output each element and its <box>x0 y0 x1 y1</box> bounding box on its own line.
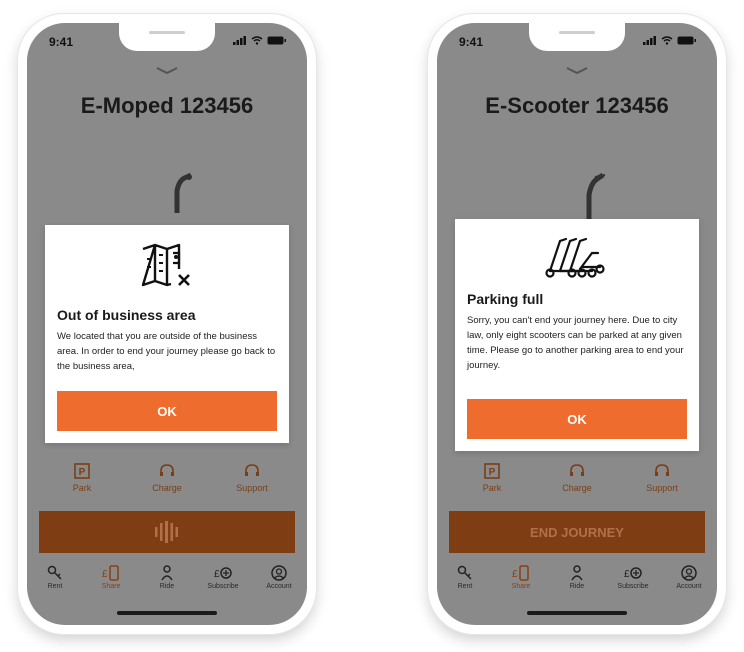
tab-account[interactable]: Account <box>253 565 305 605</box>
battery-icon <box>677 36 696 45</box>
account-icon <box>271 565 287 581</box>
charge-button[interactable]: Charge <box>542 463 612 503</box>
moped-image <box>174 173 193 213</box>
tab-label: Subscribe <box>617 583 649 590</box>
headset-icon <box>245 464 259 476</box>
action-row: P Park Charge Support <box>47 463 287 503</box>
rider-icon <box>161 565 173 581</box>
support-button[interactable]: Support <box>217 463 287 503</box>
parking-icon: P <box>484 463 500 479</box>
charge-label: Charge <box>152 483 182 493</box>
svg-text:£: £ <box>512 569 518 580</box>
park-button[interactable]: P Park <box>457 463 527 503</box>
rider-icon <box>571 565 583 581</box>
key-icon <box>457 565 472 580</box>
tab-bar: Rent £ Share Ride £ Subscribe Account <box>27 565 307 605</box>
status-time: 9:41 <box>49 35 74 49</box>
support-button[interactable]: Support <box>627 463 697 503</box>
action-row: P Park Charge Support <box>457 463 697 503</box>
tab-rent[interactable]: Rent <box>29 565 81 605</box>
vehicle-title: E-Scooter 123456 <box>485 93 669 118</box>
support-label: Support <box>236 483 268 493</box>
tab-label: Ride <box>569 583 585 590</box>
tab-ride[interactable]: Ride <box>551 565 603 605</box>
park-label: Park <box>72 483 92 493</box>
charge-button[interactable]: Charge <box>132 463 202 503</box>
subscribe-icon: £ <box>214 567 232 580</box>
svg-text:£: £ <box>624 569 630 580</box>
status-icons <box>643 36 697 45</box>
chevron-down-icon[interactable] <box>156 67 178 75</box>
tab-label: Subscribe <box>207 583 239 590</box>
vehicle-title: E-Moped 123456 <box>80 93 254 118</box>
screen: 9:41 E-Moped 123456 P Park Charge Suppor… <box>27 23 307 625</box>
tab-subscribe[interactable]: £ Subscribe <box>607 565 659 605</box>
signal-icon <box>233 36 246 45</box>
svg-text:P: P <box>489 467 496 478</box>
map-out-of-area-icon <box>141 243 190 287</box>
wifi-icon <box>251 36 263 45</box>
chevron-down-icon[interactable] <box>566 67 588 75</box>
end-journey-button[interactable]: END JOURNEY <box>449 511 705 553</box>
subscribe-icon: £ <box>624 567 642 580</box>
svg-text:P: P <box>79 467 86 478</box>
tab-label: Rent <box>457 583 473 590</box>
status-time: 9:41 <box>459 35 484 49</box>
home-indicator <box>527 611 627 615</box>
tab-label: Share <box>101 583 121 590</box>
phone-mockup-scooter: 9:41 E-Scooter 123456 P Park Charge Supp… <box>428 14 726 634</box>
tab-share[interactable]: £ Share <box>85 565 137 605</box>
share-phone-icon: £ <box>512 565 529 581</box>
notch <box>529 23 625 51</box>
svg-text:£: £ <box>214 569 220 580</box>
tab-ride[interactable]: Ride <box>141 565 193 605</box>
tab-share[interactable]: £ Share <box>495 565 547 605</box>
hold-slider-icon <box>155 521 178 543</box>
charge-label: Charge <box>562 483 592 493</box>
signal-icon <box>643 36 656 45</box>
end-journey-button[interactable] <box>39 511 295 553</box>
parking-icon: P <box>74 463 90 479</box>
tab-rent[interactable]: Rent <box>439 565 491 605</box>
modal-title: Parking full <box>467 291 544 307</box>
park-button[interactable]: P Park <box>47 463 117 503</box>
out-of-area-modal: Out of business area We located that you… <box>45 225 289 443</box>
park-label: Park <box>482 483 502 493</box>
tab-label: Account <box>266 583 292 590</box>
tab-label: Ride <box>159 583 175 590</box>
tab-account[interactable]: Account <box>663 565 715 605</box>
ok-button[interactable]: OK <box>57 391 277 431</box>
headset-icon <box>160 464 174 476</box>
parking-full-modal: Parking full Sorry, you can't end your j… <box>455 219 699 451</box>
tab-label: Account <box>676 583 702 590</box>
svg-text:£: £ <box>102 569 108 580</box>
scooter-image <box>586 173 606 223</box>
tab-subscribe[interactable]: £ Subscribe <box>197 565 249 605</box>
tab-label: Rent <box>47 583 63 590</box>
modal-message: We located that you are outside of the b… <box>57 331 276 372</box>
notch <box>119 23 215 51</box>
scooters-parked-icon <box>545 237 605 278</box>
headset-icon <box>570 464 584 476</box>
modal-message: Sorry, you can't end your journey here. … <box>467 315 684 371</box>
ok-button[interactable]: OK <box>467 399 687 439</box>
tab-label: Share <box>511 583 531 590</box>
wifi-icon <box>661 36 673 45</box>
headset-icon <box>655 464 669 476</box>
key-icon <box>47 565 62 580</box>
account-icon <box>681 565 697 581</box>
screen: 9:41 E-Scooter 123456 P Park Charge Supp… <box>437 23 717 625</box>
home-indicator <box>117 611 217 615</box>
modal-title: Out of business area <box>57 307 196 323</box>
status-icons <box>233 36 287 45</box>
phone-mockup-moped: 9:41 E-Moped 123456 P Park Charge Suppor… <box>18 14 316 634</box>
share-phone-icon: £ <box>102 565 119 581</box>
tab-bar: Rent £ Share Ride £ Subscribe Account <box>437 565 717 605</box>
battery-icon <box>267 36 286 45</box>
support-label: Support <box>646 483 678 493</box>
